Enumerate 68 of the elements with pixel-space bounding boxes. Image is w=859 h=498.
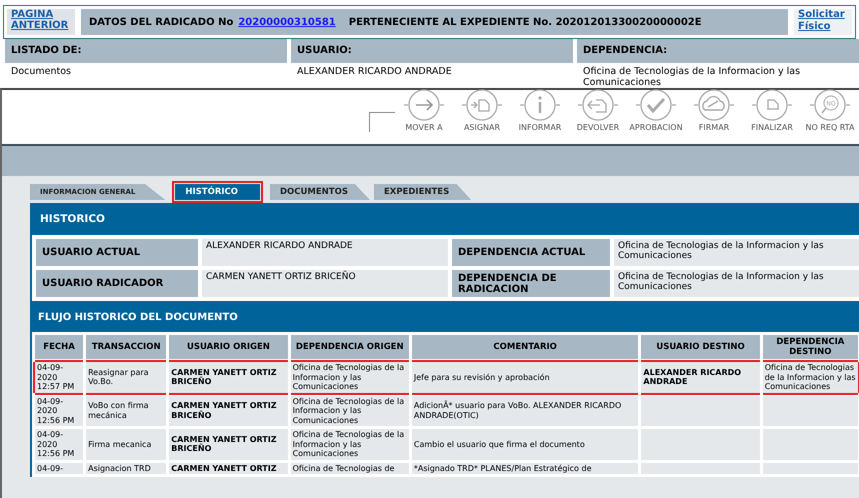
table-cell: Oficina de Tecnologias de la Informacion y las Comunicaciones: [292, 363, 404, 391]
table-cell: 04-09-2020 12:56 PM: [37, 430, 74, 458]
finish-icon: [752, 88, 792, 122]
table-cell: CARMEN YANETT ORTIZ: [171, 464, 277, 472]
sign-icon: [694, 88, 734, 122]
panel-title: FLUJO HISTORICO DEL DOCUMENTO: [37, 311, 239, 325]
column-header: COMENTARIO: [412, 335, 638, 359]
request-link[interactable]: Solicitar Físico: [794, 9, 852, 35]
table-cell: Asignacion TRD: [88, 464, 151, 472]
field-value: Oficina de Tecnologias de la Informacion y las Comunicaciones: [614, 239, 859, 266]
field-value: ALEXANDER RICARDO ANDRADE: [202, 239, 448, 266]
table-cell: Oficina de Tecnologias de la Informacion y las Comunicaciones: [764, 363, 856, 391]
summary-value: Documentos: [10, 65, 72, 79]
table-cell: AdicionÃ* usuario para VoBo. ALEXANDER RICARDO ANDRADE(OTIC): [414, 401, 622, 420]
return-icon: [578, 88, 618, 122]
field-value: Oficina de Tecnologias de la Informacion y las Comunicaciones: [614, 270, 859, 297]
field-label: DEPENDENCIA DE RADICACION: [452, 270, 610, 297]
radicado-label: DATOS DEL RADICADO No: [89, 16, 234, 28]
table-cell: Cambio el usuario que firma el documento: [414, 440, 585, 448]
action-button[interactable]: INFORMAR: [511, 88, 569, 132]
field-label: USUARIO ACTUAL: [36, 239, 198, 266]
column-header: DEPENDENCIA DESTINO: [762, 335, 858, 359]
column-header: TRANSACCION: [86, 335, 166, 359]
action-button[interactable]: DEVOLVER: [569, 88, 627, 132]
field-label: DEPENDENCIA ACTUAL: [452, 239, 610, 266]
summary-label: DEPENDENCIA:: [577, 39, 859, 63]
summary-label: USUARIO:: [291, 39, 573, 63]
table-cell: Reasignar para Vo.Bo.: [88, 368, 149, 386]
back-link[interactable]: PAGINA ANTERIOR: [7, 9, 75, 35]
field-label: USUARIO RADICADOR: [36, 270, 198, 297]
action-button[interactable]: FIRMAR: [685, 88, 743, 132]
table-cell: Oficina de Tecnologias de: [292, 464, 394, 472]
table-cell: VoBo con firma mecánica: [88, 401, 149, 420]
table-cell: Jefe para su revisión y aprobación: [414, 372, 550, 382]
action-button[interactable]: APROBACION: [627, 88, 685, 132]
inform-icon: [520, 88, 560, 122]
action-button[interactable]: ASIGNAR: [453, 88, 511, 132]
tab[interactable]: HISTÓRICO: [175, 184, 260, 200]
action-button[interactable]: FINALIZAR: [743, 88, 801, 132]
column-header: DEPENDENCIA ORIGEN: [290, 335, 409, 359]
table-cell: *Asignado TRD* PLANES/Plan Estratégico de: [414, 464, 592, 472]
column-header: USUARIO ORIGEN: [169, 335, 288, 359]
action-button[interactable]: MOVER A: [395, 88, 453, 132]
table-cell: ALEXANDER RICARDO ANDRADE: [643, 368, 742, 386]
column-header: USUARIO DESTINO: [641, 335, 760, 359]
column-header: FECHA: [35, 335, 84, 359]
summary-value: Oficina de Tecnologias de la Informacion y las Comunicaciones: [582, 65, 802, 87]
table-cell: CARMEN YANETT ORTIZ BRICEÑO: [171, 434, 277, 454]
move-icon: [404, 88, 444, 122]
summary-value: ALEXANDER RICARDO ANDRADE: [296, 65, 453, 79]
table-cell: CARMEN YANETT ORTIZ BRICEÑO: [171, 401, 277, 420]
assign-icon: [462, 88, 502, 122]
table-cell: CARMEN YANETT ORTIZ BRICEÑO: [171, 368, 277, 386]
table-cell: Firma mecanica: [88, 440, 152, 448]
table-cell: 04-09-: [37, 464, 64, 472]
connector-line: [369, 112, 395, 132]
tab[interactable]: EXPEDIENTES: [374, 184, 472, 200]
table-cell: 04-09-2020 12:56 PM: [37, 396, 74, 424]
table-cell: 04-09-2020 12:57 PM: [37, 363, 74, 391]
expediente-text: PERTENECIENTE AL EXPEDIENTE No. 20201201330020000002E: [348, 16, 702, 28]
table-cell: Oficina de Tecnologias de la Informacion y las Comunicaciones: [292, 430, 404, 458]
panel-title: HISTORICO: [39, 212, 106, 227]
field-value: CARMEN YANETT ORTIZ BRICEÑO: [202, 270, 448, 297]
approve-icon: [636, 88, 676, 122]
tab[interactable]: DOCUMENTOS: [270, 184, 370, 200]
summary-label: LISTADO DE:: [5, 39, 287, 63]
table-cell: Oficina de Tecnologias de la Informacion y las Comunicaciones: [292, 396, 404, 424]
radicado-link[interactable]: 20200000310581: [238, 16, 336, 28]
